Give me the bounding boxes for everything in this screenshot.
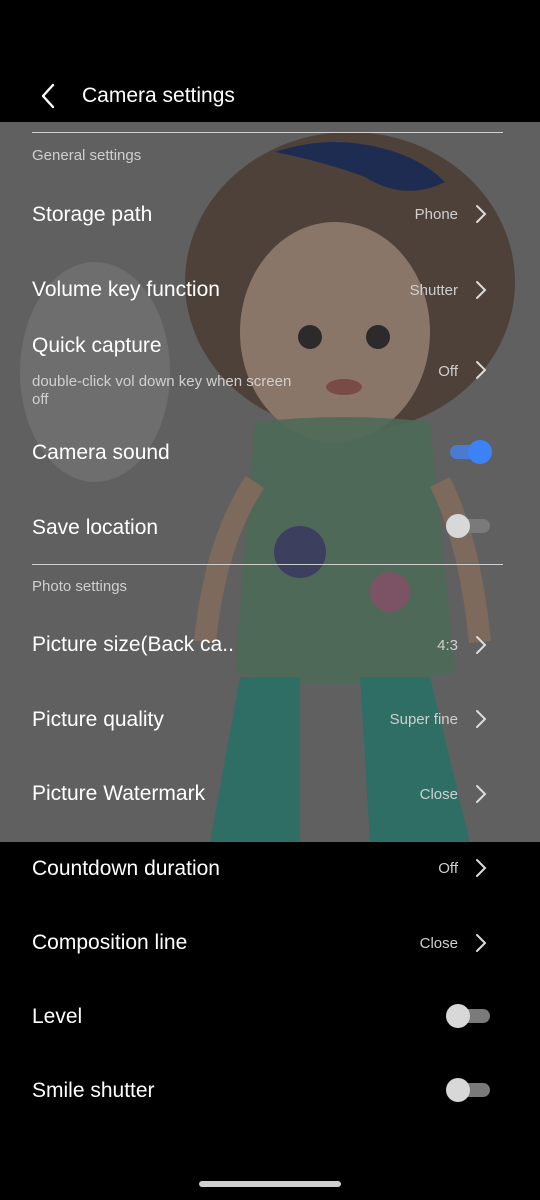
row-label: Camera sound xyxy=(32,441,170,464)
doll-image xyxy=(0,122,540,842)
row-value: Super fine xyxy=(389,711,458,728)
row-value: Phone xyxy=(414,206,458,223)
row-value: 4:3 xyxy=(437,637,458,654)
row-label: Picture Watermark xyxy=(32,782,206,805)
row-subtitle: double-click vol down key when screen of… xyxy=(32,373,292,408)
divider xyxy=(32,132,503,133)
save-location-toggle[interactable] xyxy=(446,514,490,538)
app-header: Camera settings xyxy=(0,0,540,122)
chevron-right-icon xyxy=(476,205,487,223)
row-label: Smile shutter xyxy=(32,1079,155,1102)
row-label: Volume key function xyxy=(32,278,220,301)
section-photo-settings: Photo settings xyxy=(32,578,128,595)
chevron-right-icon xyxy=(476,785,487,803)
row-value: Close xyxy=(419,935,458,952)
chevron-right-icon xyxy=(476,281,487,299)
row-label: Countdown duration xyxy=(32,857,220,880)
back-arrow-icon[interactable] xyxy=(36,82,64,110)
level-toggle[interactable] xyxy=(446,1004,490,1028)
page-title: Camera settings xyxy=(82,84,235,107)
chevron-right-icon xyxy=(476,636,487,654)
row-label: Picture quality xyxy=(32,708,164,731)
chevron-right-icon xyxy=(476,710,487,728)
row-label: Composition line xyxy=(32,931,188,954)
row-label: Save location xyxy=(32,516,159,539)
chevron-right-icon xyxy=(476,859,487,877)
row-value: Shutter xyxy=(409,282,458,299)
row-label: Level xyxy=(32,1005,83,1028)
chevron-right-icon xyxy=(476,934,487,952)
row-value: Close xyxy=(419,786,458,803)
row-value: Off xyxy=(438,860,458,877)
camera-sound-toggle[interactable] xyxy=(446,440,492,464)
section-general-settings: General settings xyxy=(32,147,142,164)
row-label: Picture size(Back ca.. xyxy=(32,633,234,656)
chevron-right-icon xyxy=(476,361,487,379)
row-label: Quick capture xyxy=(32,334,162,357)
smile-shutter-toggle[interactable] xyxy=(446,1078,490,1102)
row-label: Storage path xyxy=(32,203,153,226)
row-value: Off xyxy=(438,363,458,380)
divider xyxy=(32,564,503,565)
camera-preview-background xyxy=(0,122,540,842)
home-indicator[interactable] xyxy=(199,1181,341,1187)
